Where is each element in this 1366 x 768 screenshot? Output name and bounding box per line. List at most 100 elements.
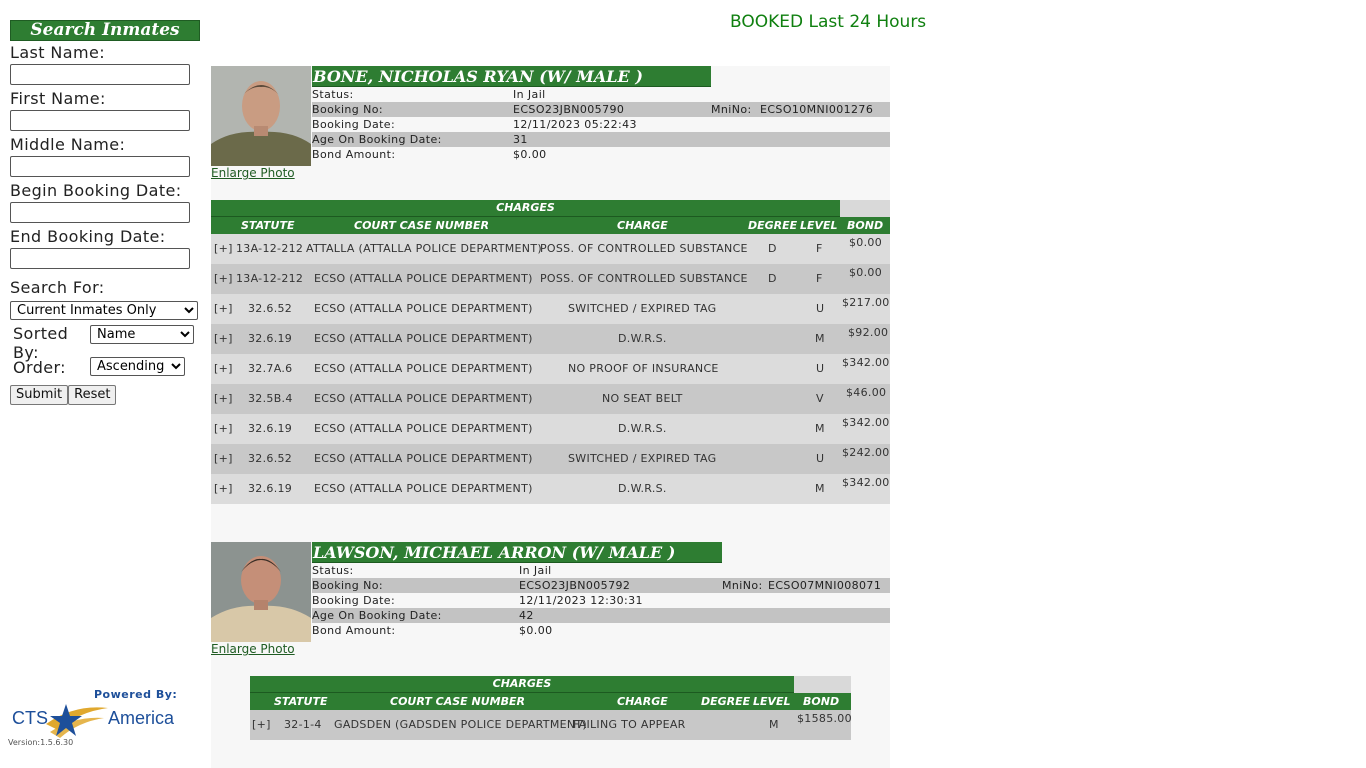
charge-desc: NO SEAT BELT (602, 392, 683, 405)
expand-toggle[interactable]: [+] (214, 482, 233, 495)
charge-desc: POSS. OF CONTROLLED SUBSTANCE (540, 242, 748, 255)
charge-case: ECSO (ATTALLA POLICE DEPARTMENT) (314, 452, 533, 465)
col-charge: CHARGE (617, 695, 668, 708)
status-value: In Jail (513, 88, 546, 101)
sorted-by-select[interactable]: Name (90, 325, 194, 344)
charge-row: [+] 32.6.52 ECSO (ATTALLA POLICE DEPARTM… (211, 294, 890, 324)
charge-row: [+] 32.5B.4 ECSO (ATTALLA POLICE DEPARTM… (211, 384, 890, 414)
charge-bond: $342.00 (842, 356, 890, 369)
col-bond: BOND (847, 219, 884, 232)
charge-row: [+] 32.6.19 ECSO (ATTALLA POLICE DEPARTM… (211, 324, 890, 354)
first-name-input[interactable] (10, 110, 190, 131)
expand-toggle[interactable]: [+] (214, 362, 233, 375)
middle-name-input[interactable] (10, 156, 190, 177)
mugshot-photo[interactable] (211, 66, 311, 166)
version-text: Version:1.5.6.30 (8, 738, 74, 747)
bond-amount-value: $0.00 (513, 148, 547, 161)
charge-statute: 32.5B.4 (248, 392, 293, 405)
end-date-label: End Booking Date: (10, 227, 166, 246)
expand-toggle[interactable]: [+] (214, 332, 233, 345)
expand-toggle[interactable]: [+] (214, 422, 233, 435)
charges-title: CHARGES (250, 676, 794, 693)
status-label: Status: (312, 564, 354, 577)
expand-toggle[interactable]: [+] (214, 302, 233, 315)
charge-level: V (816, 392, 824, 405)
charge-row: [+] 13A-12-212 ATTALLA (ATTALLA POLICE D… (211, 234, 890, 264)
reset-button[interactable]: Reset (68, 384, 117, 405)
order-select[interactable]: Ascending (90, 357, 185, 376)
submit-button[interactable]: Submit (10, 384, 69, 405)
results-panel: Enlarge Photo BONE, NICHOLAS RYAN (W/ MA… (211, 66, 890, 768)
mnino-value: ECSO10MNI001276 (760, 103, 874, 116)
charge-bond: $217.00 (842, 296, 890, 309)
end-date-input[interactable] (10, 248, 190, 269)
age-label: Age On Booking Date: (312, 609, 442, 622)
mnino-label: MniNo: (711, 103, 752, 116)
charge-level: M (815, 332, 825, 345)
expand-toggle[interactable]: [+] (252, 718, 271, 731)
charge-statute: 32.6.19 (248, 482, 293, 495)
charge-desc: POSS. OF CONTROLLED SUBSTANCE (540, 272, 748, 285)
charge-desc: D.W.R.S. (618, 332, 667, 345)
charge-level: U (816, 302, 825, 315)
charge-case: ECSO (ATTALLA POLICE DEPARTMENT) (314, 392, 533, 405)
age-value: 42 (519, 609, 534, 622)
charge-bond: $1585.00 (797, 712, 852, 725)
search-for-label: Search For: (10, 278, 105, 297)
col-charge: CHARGE (617, 219, 668, 232)
booking-date-label: Booking Date: (312, 118, 396, 131)
charge-row: [+] 32.6.19 ECSO (ATTALLA POLICE DEPARTM… (211, 414, 890, 444)
bond-amount-value: $0.00 (519, 624, 553, 637)
charge-desc: SWITCHED / EXPIRED TAG (568, 452, 717, 465)
expand-toggle[interactable]: [+] (214, 272, 233, 285)
mugshot-photo[interactable] (211, 542, 311, 642)
age-value: 31 (513, 133, 528, 146)
booking-date-label: Booking Date: (312, 594, 396, 607)
col-level: LEVEL (800, 219, 838, 232)
mnino-label: MniNo: (722, 579, 763, 592)
charge-level: M (769, 718, 779, 731)
charge-statute: 32-1-4 (284, 718, 322, 731)
first-name-label: First Name: (10, 89, 106, 108)
enlarge-photo-link[interactable]: Enlarge Photo (211, 166, 295, 180)
expand-toggle[interactable]: [+] (214, 392, 233, 405)
order-label: Order: (13, 358, 66, 377)
charges-table: CHARGES STATUTE COURT CASE NUMBER CHARGE… (211, 200, 890, 504)
charge-desc: FAILING TO APPEAR (573, 718, 686, 731)
mugshot-image (211, 66, 311, 166)
brand-america-text: America (108, 708, 175, 728)
inmate-info: Status: In Jail Booking No: ECSO23JBN005… (312, 563, 890, 638)
charge-statute: 32.6.19 (248, 422, 293, 435)
charge-level: M (815, 482, 825, 495)
booking-no-value: ECSO23JBN005790 (513, 103, 625, 116)
charge-level: M (815, 422, 825, 435)
booking-date-value: 12/11/2023 12:30:31 (519, 594, 643, 607)
charges-title-spacer (794, 676, 851, 693)
last-name-input[interactable] (10, 64, 190, 85)
charge-level: U (816, 362, 825, 375)
charge-bond: $342.00 (842, 416, 890, 429)
status-value: In Jail (519, 564, 552, 577)
charge-bond: $92.00 (848, 326, 889, 339)
col-case: COURT CASE NUMBER (354, 219, 489, 232)
search-for-select[interactable]: Current Inmates Only (10, 301, 198, 320)
charge-desc: SWITCHED / EXPIRED TAG (568, 302, 717, 315)
charge-statute: 32.7A.6 (248, 362, 293, 375)
bond-amount-label: Bond Amount: (312, 148, 396, 161)
col-degree: DEGREE (701, 695, 751, 708)
enlarge-photo-link[interactable]: Enlarge Photo (211, 642, 295, 656)
begin-date-input[interactable] (10, 202, 190, 223)
expand-toggle[interactable]: [+] (214, 242, 233, 255)
charge-bond: $0.00 (849, 266, 882, 279)
col-level: LEVEL (753, 695, 791, 708)
charge-statute: 32.6.19 (248, 332, 293, 345)
expand-toggle[interactable]: [+] (214, 452, 233, 465)
search-sidebar: Search Inmates Last Name: First Name: Mi… (10, 20, 200, 405)
charge-case: ECSO (ATTALLA POLICE DEPARTMENT) (314, 422, 533, 435)
charge-row: [+] 32.6.52 ECSO (ATTALLA POLICE DEPARTM… (211, 444, 890, 474)
booking-no-label: Booking No: (312, 579, 383, 592)
charge-row: [+] 13A-12-212 ECSO (ATTALLA POLICE DEPA… (211, 264, 890, 294)
page-title: BOOKED Last 24 Hours (730, 12, 927, 32)
charge-case: ECSO (ATTALLA POLICE DEPARTMENT) (314, 302, 533, 315)
charge-desc: NO PROOF OF INSURANCE (568, 362, 719, 375)
